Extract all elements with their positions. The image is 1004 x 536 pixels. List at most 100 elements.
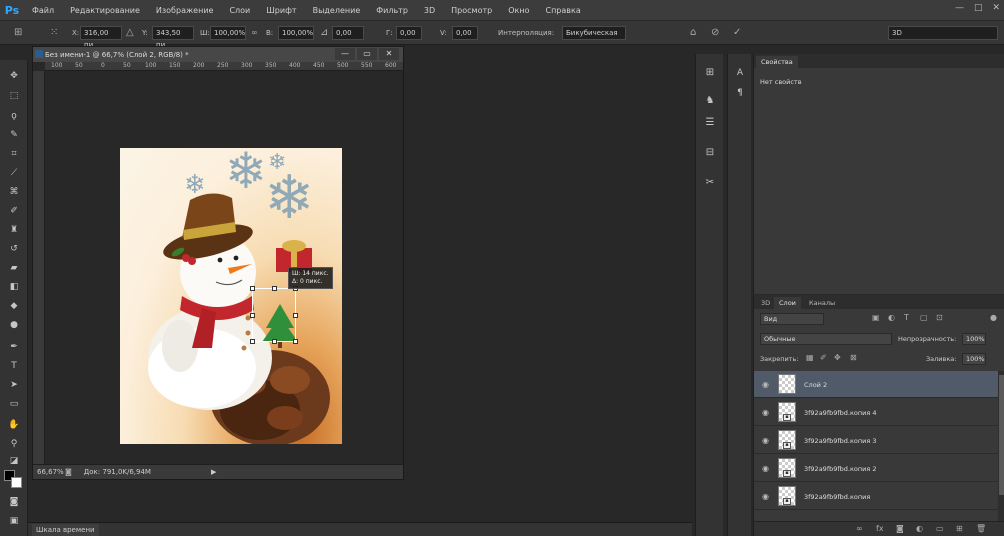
transform-handle[interactable] [272,286,277,291]
add-mask-icon[interactable]: ◙ [896,524,904,533]
crop-tool-icon[interactable]: ⌗ [5,146,23,162]
vskew-field[interactable]: 0,00 [452,26,478,40]
close-button[interactable]: ✕ [992,3,1000,13]
move-tool-preset-icon[interactable]: ⊞ [14,26,22,40]
visibility-eye-icon[interactable]: ◉ [762,436,769,445]
move-tool-icon[interactable]: ✥ [5,68,23,84]
lock-position-icon[interactable]: ✥ [834,353,841,362]
brush-tool-icon[interactable]: ✐ [5,203,23,219]
type-tool-icon[interactable]: T [5,358,23,374]
layer-row[interactable]: ◉ ▪ 3f92a9fb9fbd.копия 2 [754,455,998,482]
new-layer-icon[interactable]: ⊞ [956,524,963,533]
layer-style-icon[interactable]: fx [876,524,884,533]
scrollbar-thumb[interactable] [999,375,1004,495]
menu-view[interactable]: Просмотр [443,6,500,15]
marquee-tool-icon[interactable]: ⬚ [5,88,23,104]
character-panel-icon[interactable]: A [733,66,747,80]
opacity-field[interactable]: 100% [962,333,986,345]
width-field[interactable]: 100,00% [210,26,246,40]
visibility-eye-icon[interactable]: ◉ [762,380,769,389]
workspace-select[interactable]: 3D [888,26,998,40]
adjustments-panel-icon[interactable]: ☰ [703,116,717,130]
hand-tool-icon[interactable]: ✋ [5,417,23,433]
timeline-tab[interactable]: Шкала времени [32,524,99,536]
tab-3d[interactable]: 3D [756,297,775,309]
menu-window[interactable]: Окно [500,6,537,15]
paragraph-panel-icon[interactable]: ¶ [733,86,747,100]
tab-properties[interactable]: Свойства [756,56,798,68]
filter-toggle-icon[interactable]: ● [990,313,997,322]
height-field[interactable]: 100,00% [278,26,314,40]
layer-row[interactable]: ◉ ▪ 3f92a9fb9fbd.копия 4 [754,399,998,426]
visibility-eye-icon[interactable]: ◉ [762,408,769,417]
default-colors-icon[interactable]: ◪ [5,453,23,469]
layer-row[interactable]: ◉ ▪ 3f92a9fb9fbd.копия 3 [754,427,998,454]
transform-bounding-box[interactable] [250,286,298,344]
menu-select[interactable]: Выделение [305,6,369,15]
filter-type-icon[interactable]: T [904,313,909,322]
document-titlebar[interactable]: Без имени-1 @ 66,7% (Слой 2, RGB/8) * — … [33,47,403,62]
blur-tool-icon[interactable]: ◆ [5,298,23,314]
filter-adjustment-icon[interactable]: ◐ [888,313,895,322]
relative-position-icon[interactable]: △ [126,26,134,40]
tab-layers[interactable]: Слои [774,297,801,309]
adjustment-layer-icon[interactable]: ◐ [916,524,923,533]
reference-point-icon[interactable]: ⁙ [50,26,58,40]
warp-mode-icon[interactable]: ⌂ [690,26,696,40]
menu-image[interactable]: Изображение [148,6,222,15]
link-icon[interactable]: ∞ [251,26,258,40]
transform-handle[interactable] [250,339,255,344]
status-menu-arrow-icon[interactable]: ▶ [211,468,216,476]
menu-edit[interactable]: Редактирование [62,6,148,15]
menu-layers[interactable]: Слои [221,6,258,15]
layer-filter-select[interactable]: Вид [760,313,824,325]
y-field[interactable]: 343,50 пи [152,26,194,49]
transform-handle[interactable] [272,339,277,344]
menu-help[interactable]: Справка [537,6,588,15]
lock-transparency-icon[interactable]: ▦ [806,353,814,362]
layer-row-layer-2[interactable]: ◉ Слой 2 [754,371,998,398]
actions-panel-icon[interactable]: ♞ [703,94,717,108]
lasso-tool-icon[interactable]: ϙ [5,108,23,124]
blend-mode-select[interactable]: Обычные [760,333,892,345]
transform-handle[interactable] [293,339,298,344]
layer-row[interactable]: ◉ ▪ 3f92a9fb9fbd.копия [754,483,998,510]
commit-transform-icon[interactable]: ✓ [733,26,741,40]
doc-minimize-button[interactable]: — [335,48,355,60]
visibility-eye-icon[interactable]: ◉ [762,492,769,501]
filter-pixel-icon[interactable]: ▣ [872,313,880,322]
cancel-transform-icon[interactable]: ⊘ [711,26,719,40]
doc-maximize-button[interactable]: ▭ [357,48,377,60]
delete-layer-icon[interactable]: 🗑 [976,524,986,533]
lock-pixels-icon[interactable]: ✐ [820,353,827,362]
quick-mask-icon[interactable]: ◙ [5,494,23,510]
menu-file[interactable]: Файл [24,6,62,15]
transform-handle[interactable] [250,313,255,318]
tool-presets-panel-icon[interactable]: ✂ [703,176,717,190]
rectangle-tool-icon[interactable]: ▭ [5,396,23,412]
healing-brush-tool-icon[interactable]: ⌘ [5,184,23,200]
visibility-eye-icon[interactable]: ◉ [762,464,769,473]
path-selection-tool-icon[interactable]: ➤ [5,377,23,393]
minimize-button[interactable]: — [955,3,964,13]
vertical-ruler[interactable] [33,71,45,464]
zoom-tool-icon[interactable]: ⚲ [5,436,23,452]
dodge-tool-icon[interactable]: ● [5,317,23,333]
clone-stamp-tool-icon[interactable]: ♜ [5,222,23,238]
zoom-level-field[interactable]: 66,67% [33,468,65,476]
new-group-icon[interactable]: ▭ [936,524,944,533]
menu-3d[interactable]: 3D [416,6,443,15]
filter-smart-icon[interactable]: ⊡ [936,313,943,322]
canvas-area[interactable]: ❄ ❄ ❄ ❄ Ш: 14 пикс. Δ: 0 пикс. [45,71,403,464]
status-info-icon[interactable]: ◙ [65,468,72,476]
lock-all-icon[interactable]: ⊠ [850,353,857,362]
eyedropper-tool-icon[interactable]: ⟋ [5,165,23,181]
eraser-tool-icon[interactable]: ▰ [5,260,23,276]
doc-close-button[interactable]: ✕ [379,48,399,60]
background-color-swatch[interactable] [11,477,22,488]
history-brush-tool-icon[interactable]: ↺ [5,241,23,257]
x-field[interactable]: 316,00 пи [80,26,122,49]
hskew-field[interactable]: 0,00 [396,26,422,40]
link-layers-icon[interactable]: ∞ [856,524,863,533]
angle-field[interactable]: 0,00 [332,26,364,40]
